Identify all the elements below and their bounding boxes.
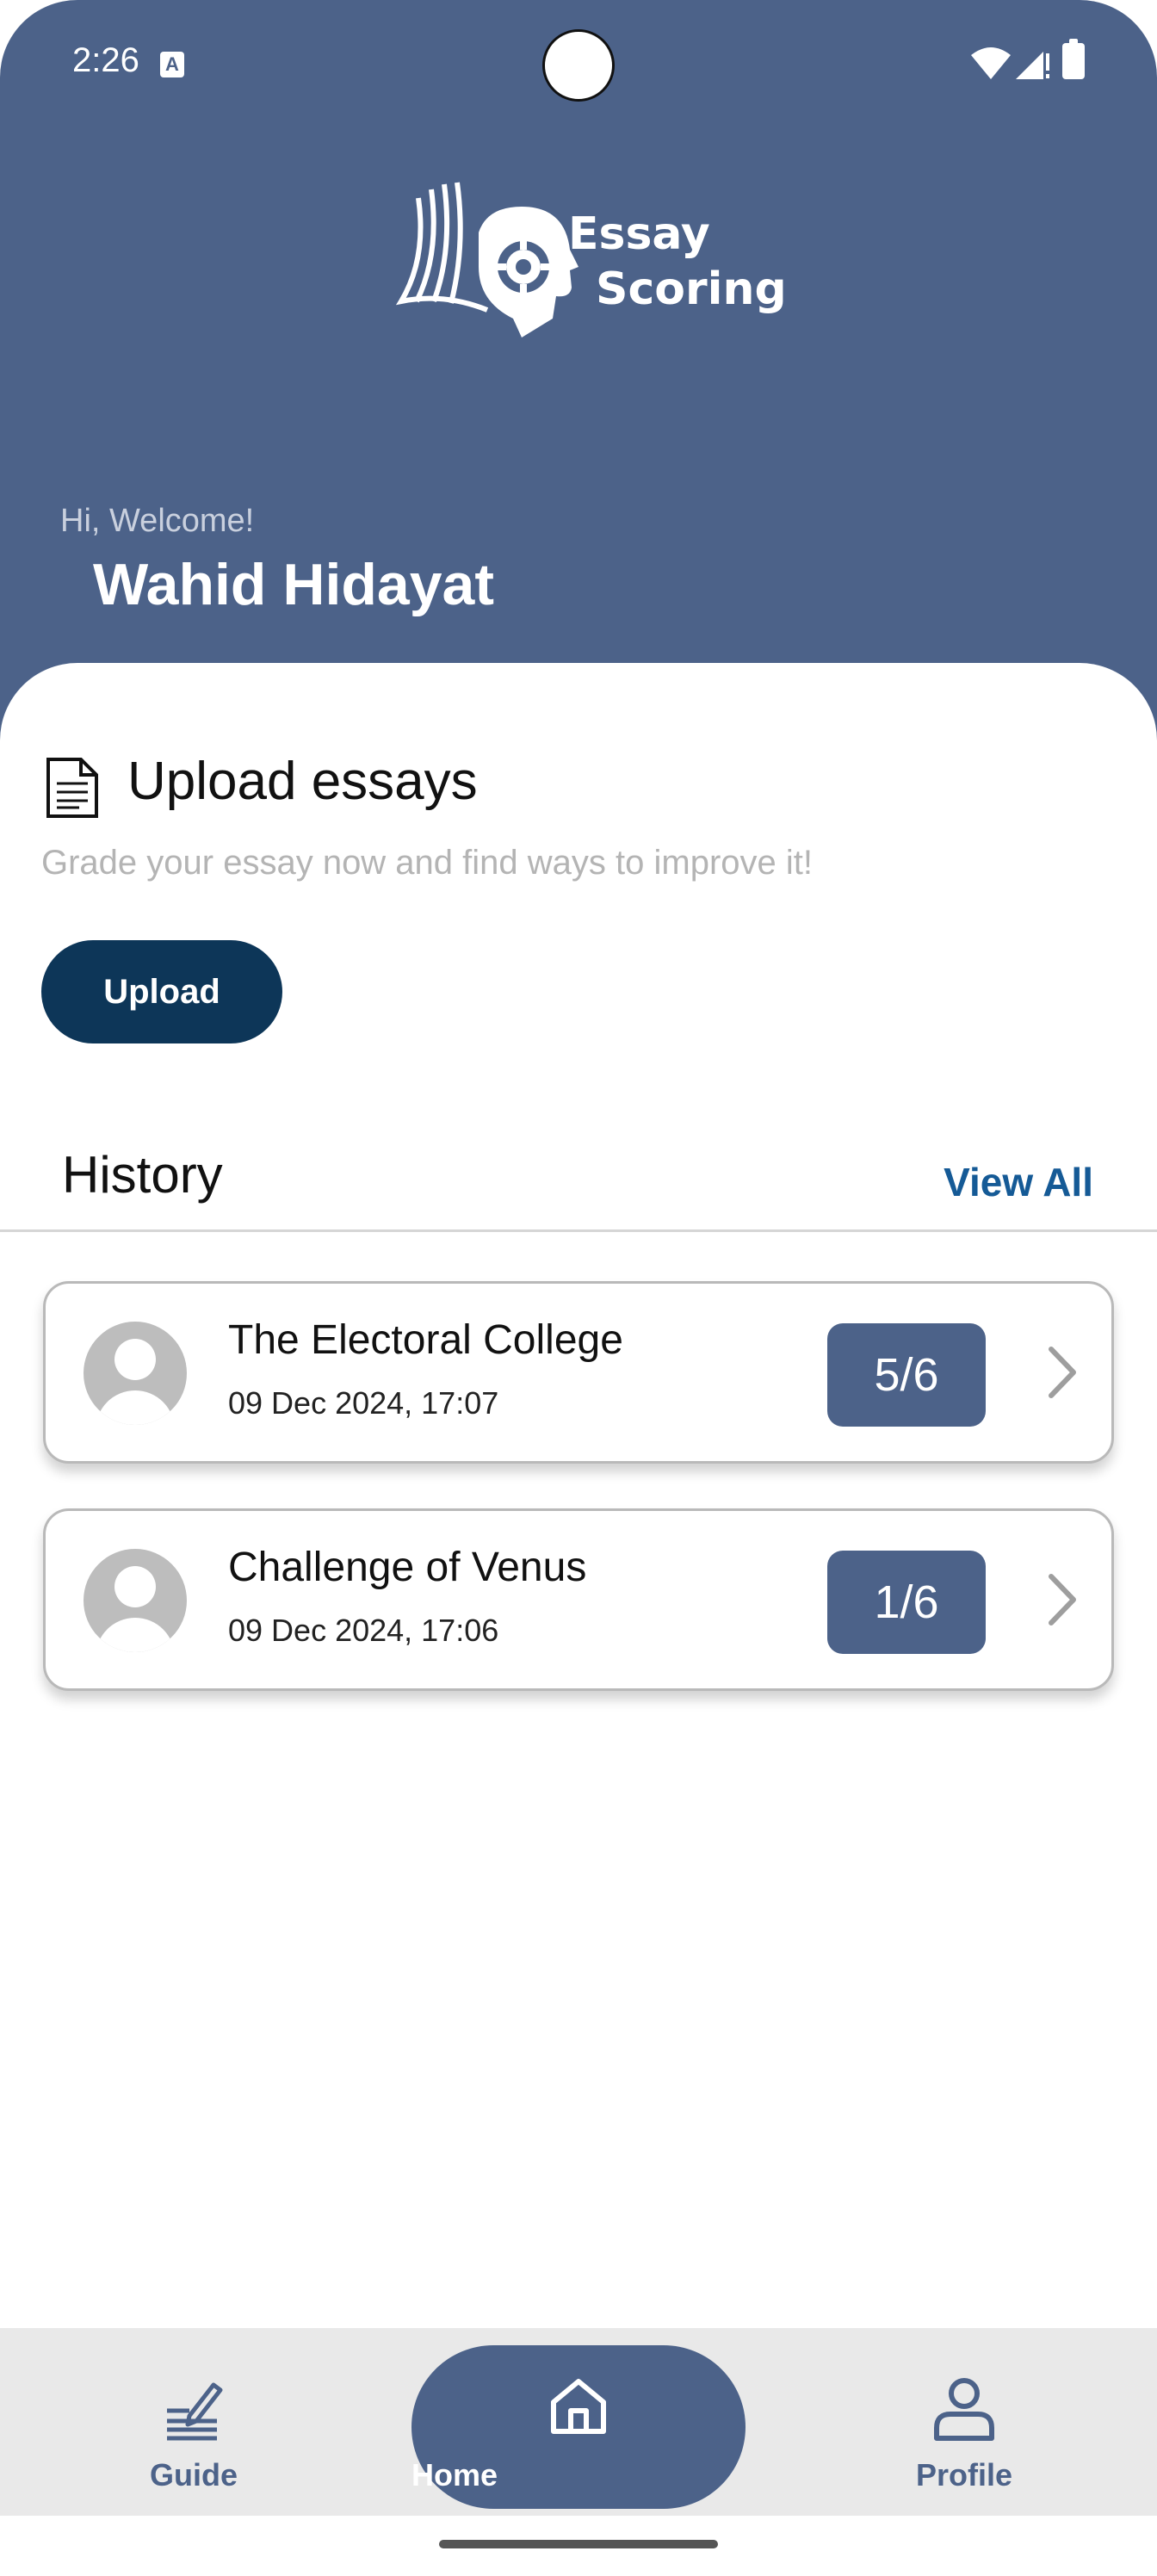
- view-all-link[interactable]: View All: [944, 1159, 1093, 1205]
- history-card-title: Challenge of Venus: [228, 1545, 587, 1590]
- bottom-navigation: Guide Home Profile: [0, 2328, 1157, 2516]
- avatar-icon: [84, 1322, 187, 1425]
- battery-icon: [1062, 39, 1085, 79]
- upload-subtitle: Grade your essay now and find ways to im…: [41, 844, 813, 882]
- score-badge: 1/6: [827, 1551, 986, 1654]
- gesture-handle[interactable]: [439, 2540, 718, 2548]
- upload-title: Upload essays: [127, 752, 478, 811]
- nav-home[interactable]: Home: [411, 2345, 746, 2509]
- signal-icon: [1016, 52, 1049, 79]
- logo-text-line1: Essay: [568, 208, 710, 260]
- logo-text: Essay Scoring: [568, 207, 787, 317]
- history-card[interactable]: The Electoral College 09 Dec 2024, 17:07…: [43, 1281, 1114, 1464]
- divider: [0, 1229, 1157, 1232]
- status-bar: 2:26 A: [0, 0, 1157, 129]
- history-title: History: [62, 1146, 223, 1204]
- avatar-icon: [84, 1549, 187, 1652]
- app-screen: 2:26 A Essay Scoring Hi, Welcome! Wahid …: [0, 0, 1157, 2576]
- camera-cutout: [542, 29, 615, 102]
- status-time: 2:26: [72, 41, 139, 79]
- nav-profile-label: Profile: [915, 2457, 1013, 2492]
- nav-profile[interactable]: Profile: [887, 2328, 1042, 2516]
- nav-guide[interactable]: Guide: [112, 2328, 275, 2516]
- history-card[interactable]: Challenge of Venus 09 Dec 2024, 17:06 1/…: [43, 1508, 1114, 1691]
- user-name: Wahid Hidayat: [93, 552, 494, 617]
- chevron-right-icon[interactable]: [1036, 1570, 1087, 1630]
- document-icon: [46, 758, 98, 818]
- nav-guide-label: Guide: [149, 2457, 238, 2492]
- home-icon: [551, 2379, 606, 2434]
- header: 2:26 A Essay Scoring Hi, Welcome! Wahid …: [0, 0, 1157, 775]
- logo-text-line2: Scoring: [596, 263, 787, 315]
- history-card-date: 09 Dec 2024, 17:07: [228, 1385, 499, 1421]
- history-card-title: The Electoral College: [228, 1317, 623, 1363]
- welcome-text: Hi, Welcome!: [60, 503, 255, 539]
- chevron-right-icon[interactable]: [1036, 1342, 1087, 1403]
- keyboard-a-icon: A: [160, 52, 184, 77]
- profile-icon: [934, 2378, 994, 2441]
- history-card-date: 09 Dec 2024, 17:06: [228, 1613, 499, 1648]
- wifi-icon: [971, 47, 1011, 79]
- score-badge: 5/6: [827, 1323, 986, 1427]
- guide-pencil-icon: [167, 2382, 223, 2441]
- nav-home-label: Home: [411, 2457, 498, 2492]
- upload-button[interactable]: Upload: [41, 940, 282, 1043]
